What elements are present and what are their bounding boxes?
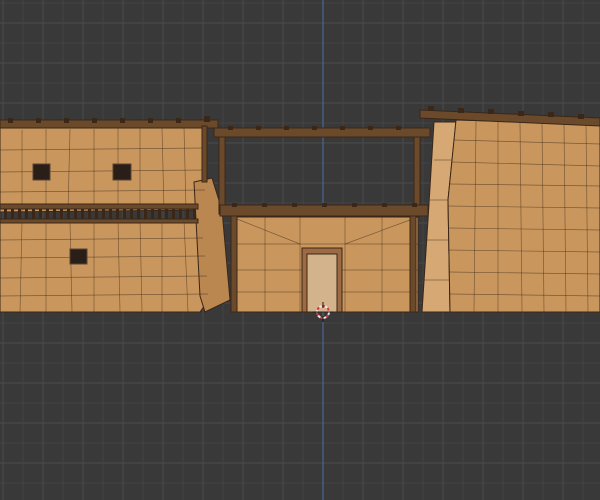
baluster bbox=[144, 209, 147, 219]
baluster bbox=[172, 209, 175, 219]
baluster bbox=[102, 209, 105, 219]
viewport-canvas[interactable] bbox=[0, 0, 600, 500]
baluster bbox=[88, 209, 91, 219]
baluster bbox=[81, 209, 84, 219]
baluster bbox=[25, 209, 28, 219]
baluster bbox=[60, 209, 63, 219]
center-courtyard[interactable] bbox=[213, 126, 431, 313]
left-roof-post bbox=[201, 125, 208, 183]
baluster bbox=[95, 209, 98, 219]
3d-viewport[interactable] bbox=[0, 0, 600, 500]
left-upper-window-1 bbox=[32, 163, 51, 181]
left-lower-wall bbox=[0, 219, 211, 313]
baluster bbox=[116, 209, 119, 219]
balcony-rail-bottom bbox=[0, 218, 199, 224]
left-lower-window bbox=[69, 248, 88, 265]
left-building[interactable] bbox=[0, 116, 231, 313]
balcony-rail-top bbox=[0, 203, 199, 210]
left-upper-window-2 bbox=[112, 163, 132, 181]
baluster bbox=[4, 209, 7, 219]
courtyard-post-left-upper bbox=[218, 133, 226, 215]
baluster bbox=[46, 209, 49, 219]
baluster bbox=[109, 209, 112, 219]
baluster bbox=[130, 209, 133, 219]
courtyard-post-right-lower bbox=[409, 213, 417, 313]
baluster bbox=[179, 209, 182, 219]
left-roof-beam bbox=[0, 119, 219, 129]
baluster bbox=[158, 209, 161, 219]
baluster bbox=[186, 209, 189, 219]
baluster bbox=[123, 209, 126, 219]
door[interactable] bbox=[306, 253, 338, 313]
baluster bbox=[18, 209, 21, 219]
left-upper-wall bbox=[0, 125, 206, 213]
baluster bbox=[165, 209, 168, 219]
baluster bbox=[53, 209, 56, 219]
baluster bbox=[11, 209, 14, 219]
baluster bbox=[39, 209, 42, 219]
baluster bbox=[32, 209, 35, 219]
right-building[interactable] bbox=[419, 106, 600, 313]
baluster bbox=[137, 209, 140, 219]
baluster bbox=[193, 209, 196, 219]
right-main-wall bbox=[447, 119, 600, 313]
baluster bbox=[67, 209, 70, 219]
baluster bbox=[151, 209, 154, 219]
baluster bbox=[74, 209, 77, 219]
courtyard-post-left-lower bbox=[230, 213, 238, 313]
courtyard-post-right-upper bbox=[413, 133, 421, 215]
